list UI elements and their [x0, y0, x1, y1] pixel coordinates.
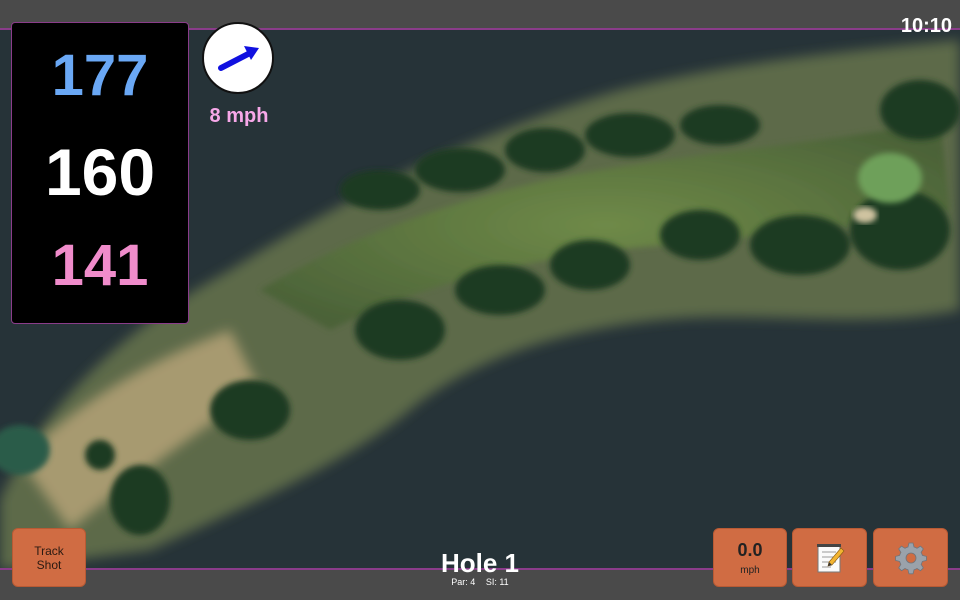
notepad-icon — [816, 543, 844, 572]
hole-par: Par: 4 — [451, 577, 476, 587]
back-distance: 177 — [51, 43, 149, 108]
hole-title: Hole 1 — [440, 548, 520, 578]
settings-button[interactable] — [873, 528, 948, 587]
wind-arrow-icon — [218, 46, 259, 71]
distance-panel: 177 160 141 — [11, 22, 189, 324]
hole-info: Par: 4 SI: 11 — [380, 577, 580, 587]
track-shot-button[interactable]: Track Shot — [12, 528, 86, 587]
track-shot-label-line1: Track — [34, 543, 64, 558]
middle-distance: 160 — [44, 135, 156, 209]
speed-value: 0.0 — [737, 539, 763, 560]
speed-unit: mph — [740, 564, 760, 576]
front-distance: 141 — [51, 233, 149, 298]
scorecard-button[interactable] — [792, 528, 867, 587]
wind-speed: 8 mph — [209, 105, 269, 127]
gear-icon — [894, 542, 927, 574]
clock: 10:10 — [900, 15, 952, 37]
wind-indicator — [202, 22, 274, 94]
hole-stroke-index: SI: 11 — [485, 577, 509, 587]
speed-button[interactable]: 0.0 mph — [713, 528, 787, 587]
track-shot-label-line2: Shot — [36, 557, 62, 572]
